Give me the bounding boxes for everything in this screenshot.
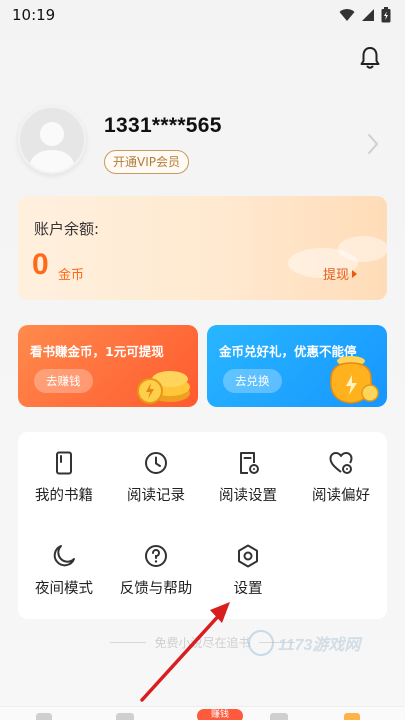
menu-label: 阅读记录 [127, 488, 185, 504]
coin-bag-icon [330, 356, 379, 404]
footer-text: 免费小说尽在追书 [154, 635, 251, 650]
heart-icon [329, 452, 353, 474]
menu-item-night-mode[interactable]: 夜间模式 [18, 525, 110, 599]
battery-icon [381, 7, 391, 23]
menu-item-feedback-help[interactable]: 反馈与帮助 [110, 525, 202, 599]
tab-earn-badge[interactable]: 赚钱 [197, 709, 243, 720]
menu-item-reading-settings[interactable]: 阅读设置 [202, 432, 294, 506]
watermark-text: 1173游戏网 [278, 637, 361, 654]
tab-home-icon[interactable] [116, 713, 134, 720]
go-exchange-button[interactable]: 去兑换 [223, 369, 282, 393]
menu-item-my-books[interactable]: 我的书籍 [18, 432, 110, 506]
withdraw-label: 提现 [323, 268, 350, 283]
divider [110, 641, 147, 643]
watermark-logo-icon [248, 630, 274, 656]
open-vip-button[interactable]: 开通VIP会员 [104, 150, 189, 174]
promo-card-earn[interactable]: 看书赚金币，1元可提现 去赚钱 [18, 325, 198, 407]
chevron-right-icon[interactable] [366, 133, 380, 155]
avatar-placeholder-icon [28, 122, 76, 172]
help-icon [145, 545, 167, 567]
menu-label: 阅读设置 [219, 488, 277, 504]
balance-unit: 金币 [58, 268, 85, 283]
signal-icon [362, 9, 374, 21]
tab-profile-icon[interactable] [344, 713, 360, 720]
menu-label: 夜间模式 [35, 581, 93, 597]
user-phone-number: 1331****565 [104, 114, 222, 137]
hexagon-settings-icon [238, 544, 258, 568]
status-icons [339, 7, 391, 23]
menu-item-reading-history[interactable]: 阅读记录 [110, 432, 202, 506]
withdraw-button[interactable]: 提现 [323, 264, 358, 283]
menu-label: 设置 [233, 581, 263, 597]
tab-bookshelf-icon[interactable] [36, 713, 52, 720]
tab-category-icon[interactable] [270, 713, 288, 720]
menu-label: 反馈与帮助 [119, 581, 193, 597]
menu-item-reading-preference[interactable]: 阅读偏好 [295, 432, 387, 506]
watermark: 1173游戏网 [248, 626, 360, 660]
balance-label: 账户余额: [34, 220, 100, 238]
gold-coins-icon [137, 371, 190, 404]
notification-bell-icon[interactable] [358, 45, 382, 71]
balance-value: 0 [32, 248, 49, 281]
balance-card: 账户余额: 0 金币 提现 [18, 196, 387, 300]
reading-settings-icon [240, 452, 259, 474]
profile-section[interactable]: 1331****565 开通VIP会员 [0, 100, 405, 190]
menu-grid: 我的书籍 阅读记录 阅读设置 阅读偏好 夜间模式 反馈与帮助 设置 [18, 432, 387, 619]
promo-card-exchange[interactable]: 金币兑好礼，优惠不能停 去兑换 [207, 325, 387, 407]
go-earn-button[interactable]: 去赚钱 [34, 369, 93, 393]
status-time: 10:19 [12, 6, 56, 24]
decor-cloud [338, 236, 387, 262]
book-icon [56, 451, 72, 475]
menu-item-settings[interactable]: 设置 [202, 525, 294, 599]
moon-icon [53, 545, 75, 567]
menu-label: 我的书籍 [35, 488, 93, 504]
wifi-icon [339, 9, 355, 21]
menu-label: 阅读偏好 [312, 488, 370, 504]
avatar[interactable] [18, 106, 86, 174]
clock-icon [145, 452, 167, 474]
triangle-right-icon [352, 269, 358, 278]
status-bar: 10:19 [0, 0, 405, 30]
